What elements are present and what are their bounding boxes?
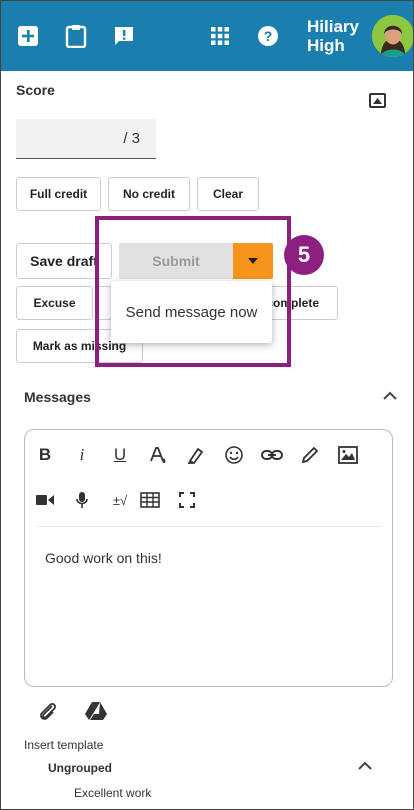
link-icon[interactable]: [259, 442, 285, 468]
table-icon[interactable]: [137, 487, 163, 513]
underline-icon[interactable]: U: [107, 442, 133, 468]
editor-body-text[interactable]: Good work on this!: [45, 550, 162, 566]
step-badge: 5: [284, 235, 324, 275]
clipboard-icon[interactable]: [63, 23, 89, 49]
equation-icon[interactable]: ±√: [107, 487, 133, 513]
help-icon[interactable]: ?: [255, 23, 281, 49]
chevron-up-icon[interactable]: [358, 761, 372, 771]
emoji-icon[interactable]: [221, 442, 247, 468]
italic-icon[interactable]: i: [69, 442, 95, 468]
message-editor[interactable]: B i U ±√ Good work on this!: [24, 429, 393, 687]
grading-content: Score / 3 Full credit No credit Clear Sa…: [1, 71, 413, 809]
avatar[interactable]: [370, 13, 413, 59]
callout-highlight-box: [95, 216, 291, 367]
score-label: Score: [16, 82, 55, 98]
messages-label: Messages: [24, 389, 91, 405]
feedback-icon[interactable]: [111, 23, 137, 49]
chevron-up-icon[interactable]: [383, 391, 397, 401]
user-name[interactable]: Hiliary High: [307, 17, 371, 55]
clear-button[interactable]: Clear: [197, 177, 259, 211]
top-bar: ? Hiliary High: [1, 1, 413, 71]
full-credit-button[interactable]: Full credit: [16, 177, 101, 211]
score-input[interactable]: / 3: [16, 119, 156, 159]
template-group-label[interactable]: Ungrouped: [48, 761, 112, 775]
bold-icon[interactable]: B: [32, 442, 58, 468]
microphone-icon[interactable]: [69, 487, 95, 513]
attachment-icon[interactable]: [36, 699, 60, 723]
fullscreen-icon[interactable]: [174, 487, 200, 513]
template-item[interactable]: Excellent work: [74, 786, 151, 800]
apps-grid-icon[interactable]: [207, 23, 233, 49]
no-credit-button[interactable]: No credit: [108, 177, 190, 211]
google-drive-icon[interactable]: [84, 699, 108, 723]
score-max: / 3: [123, 130, 140, 147]
grading-panel: ? Hiliary High Score / 3 Full credit No …: [0, 0, 414, 810]
image-icon[interactable]: [335, 442, 361, 468]
insert-template-label: Insert template: [24, 738, 104, 752]
excuse-button[interactable]: Excuse: [16, 286, 93, 320]
text-color-icon[interactable]: [145, 442, 171, 468]
add-icon[interactable]: [15, 23, 41, 49]
toolbar-divider: [37, 526, 381, 527]
video-icon[interactable]: [32, 487, 58, 513]
svg-text:?: ?: [264, 28, 273, 44]
collapse-icon[interactable]: [369, 93, 386, 108]
pencil-icon[interactable]: [297, 442, 323, 468]
highlight-icon[interactable]: [183, 442, 209, 468]
